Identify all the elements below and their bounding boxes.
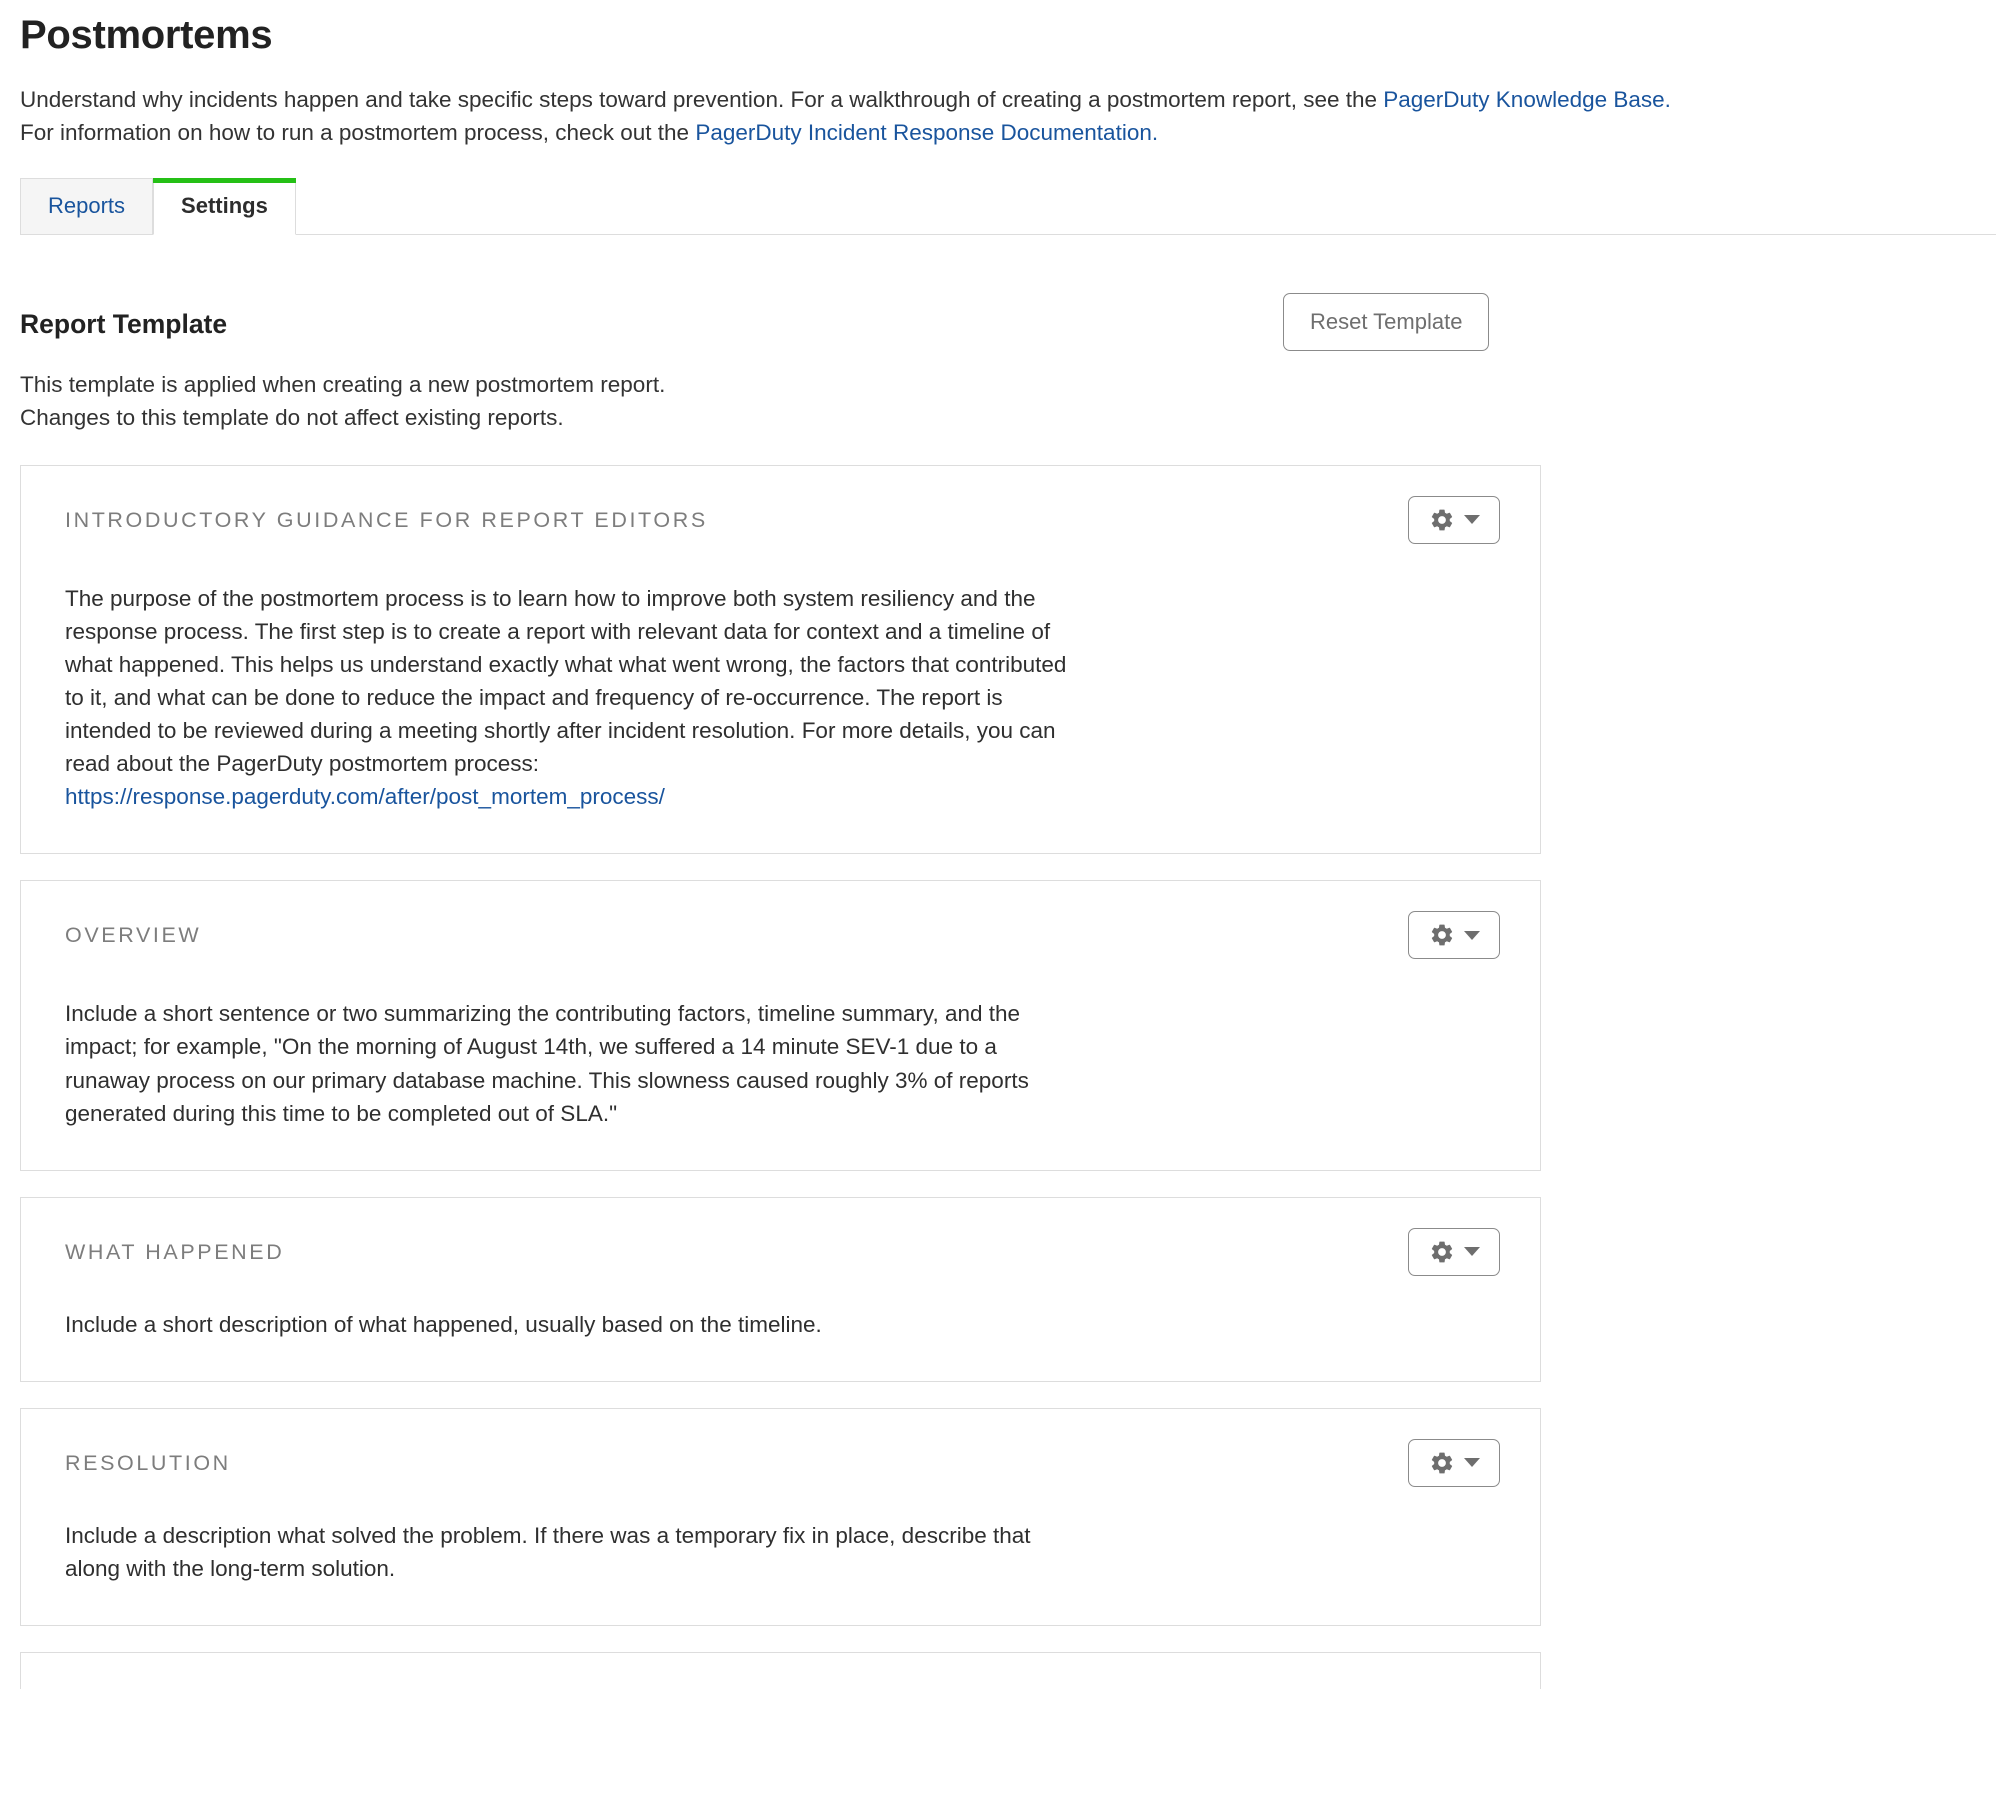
template-section-label: OVERVIEW bbox=[65, 923, 202, 948]
report-template-header: Report Template Reset Template bbox=[20, 293, 1996, 359]
template-section-header: OVERVIEW bbox=[65, 911, 1500, 963]
section-settings-dropdown-button[interactable] bbox=[1408, 911, 1500, 960]
template-section-card: WHAT HAPPENED Include a short descriptio… bbox=[20, 1196, 1541, 1382]
template-section-card-partial bbox=[20, 1651, 1541, 1689]
template-section-body-text: Include a short sentence or two summariz… bbox=[65, 1001, 1029, 1126]
template-section-list: INTRODUCTORY GUIDANCE FOR REPORT EDITORS… bbox=[20, 464, 1996, 1689]
tab-bar: Reports Settings bbox=[20, 175, 1996, 236]
gear-icon bbox=[1429, 1450, 1455, 1476]
pagerduty-knowledge-base-link[interactable]: PagerDuty Knowledge Base. bbox=[1383, 87, 1671, 112]
template-section-body-text: Include a description what solved the pr… bbox=[65, 1522, 1031, 1581]
postmortem-process-url-link[interactable]: https://response.pagerduty.com/after/pos… bbox=[65, 784, 665, 809]
report-template-heading: Report Template bbox=[20, 309, 228, 340]
reset-template-button[interactable]: Reset Template bbox=[1283, 293, 1490, 351]
chevron-down-icon bbox=[1463, 1458, 1480, 1468]
gear-icon bbox=[1429, 507, 1455, 533]
template-section-card: OVERVIEW Include a short sentence or two… bbox=[20, 880, 1541, 1171]
template-section-header: INTRODUCTORY GUIDANCE FOR REPORT EDITORS bbox=[65, 495, 1500, 548]
template-section-card: RESOLUTION Include a description what so… bbox=[20, 1407, 1541, 1626]
page-title: Postmortems bbox=[20, 13, 273, 57]
template-section-card: INTRODUCTORY GUIDANCE FOR REPORT EDITORS… bbox=[20, 464, 1541, 855]
template-section-header: WHAT HAPPENED bbox=[65, 1227, 1500, 1280]
page-description: Understand why incidents happen and take… bbox=[20, 84, 1996, 149]
page-description-text-1: Understand why incidents happen and take… bbox=[20, 87, 1384, 112]
template-section-body: The purpose of the postmortem process is… bbox=[65, 582, 1075, 813]
page-description-line-1: Understand why incidents happen and take… bbox=[20, 84, 1996, 117]
template-section-body-text: The purpose of the postmortem process is… bbox=[65, 585, 1067, 777]
tab-settings[interactable]: Settings bbox=[153, 177, 296, 236]
report-template-description-line-2: Changes to this template do not affect e… bbox=[20, 405, 564, 431]
template-section-body: Include a short sentence or two summariz… bbox=[65, 997, 1075, 1129]
page-description-text-2: For information on how to run a postmort… bbox=[20, 119, 696, 145]
page-description-line-2: For information on how to run a postmort… bbox=[20, 117, 1996, 150]
report-template-description-line-1: This template is applied when creating a… bbox=[20, 372, 666, 398]
section-settings-dropdown-button[interactable] bbox=[1408, 495, 1500, 544]
template-section-body: Include a short description of what happ… bbox=[65, 1308, 1075, 1341]
template-section-label: INTRODUCTORY GUIDANCE FOR REPORT EDITORS bbox=[65, 507, 708, 532]
chevron-down-icon bbox=[1463, 515, 1480, 525]
template-section-body-text: Include a short description of what happ… bbox=[65, 1311, 822, 1337]
gear-icon bbox=[1429, 1239, 1455, 1265]
template-section-label: RESOLUTION bbox=[65, 1450, 231, 1475]
section-settings-dropdown-button[interactable] bbox=[1408, 1438, 1500, 1487]
template-section-header: RESOLUTION bbox=[65, 1438, 1500, 1491]
postmortems-page: Postmortems Understand why incidents hap… bbox=[0, 10, 2016, 1689]
template-section-body: Include a description what solved the pr… bbox=[65, 1519, 1075, 1585]
chevron-down-icon bbox=[1463, 930, 1480, 940]
pagerduty-incident-response-documentation-link[interactable]: PagerDuty Incident Response Documentatio… bbox=[695, 120, 1158, 145]
report-template-description: This template is applied when creating a… bbox=[20, 369, 1996, 435]
tab-reports[interactable]: Reports bbox=[20, 177, 154, 236]
template-section-label: WHAT HAPPENED bbox=[65, 1239, 285, 1264]
chevron-down-icon bbox=[1463, 1247, 1480, 1257]
gear-icon bbox=[1429, 922, 1455, 948]
section-settings-dropdown-button[interactable] bbox=[1408, 1227, 1500, 1276]
